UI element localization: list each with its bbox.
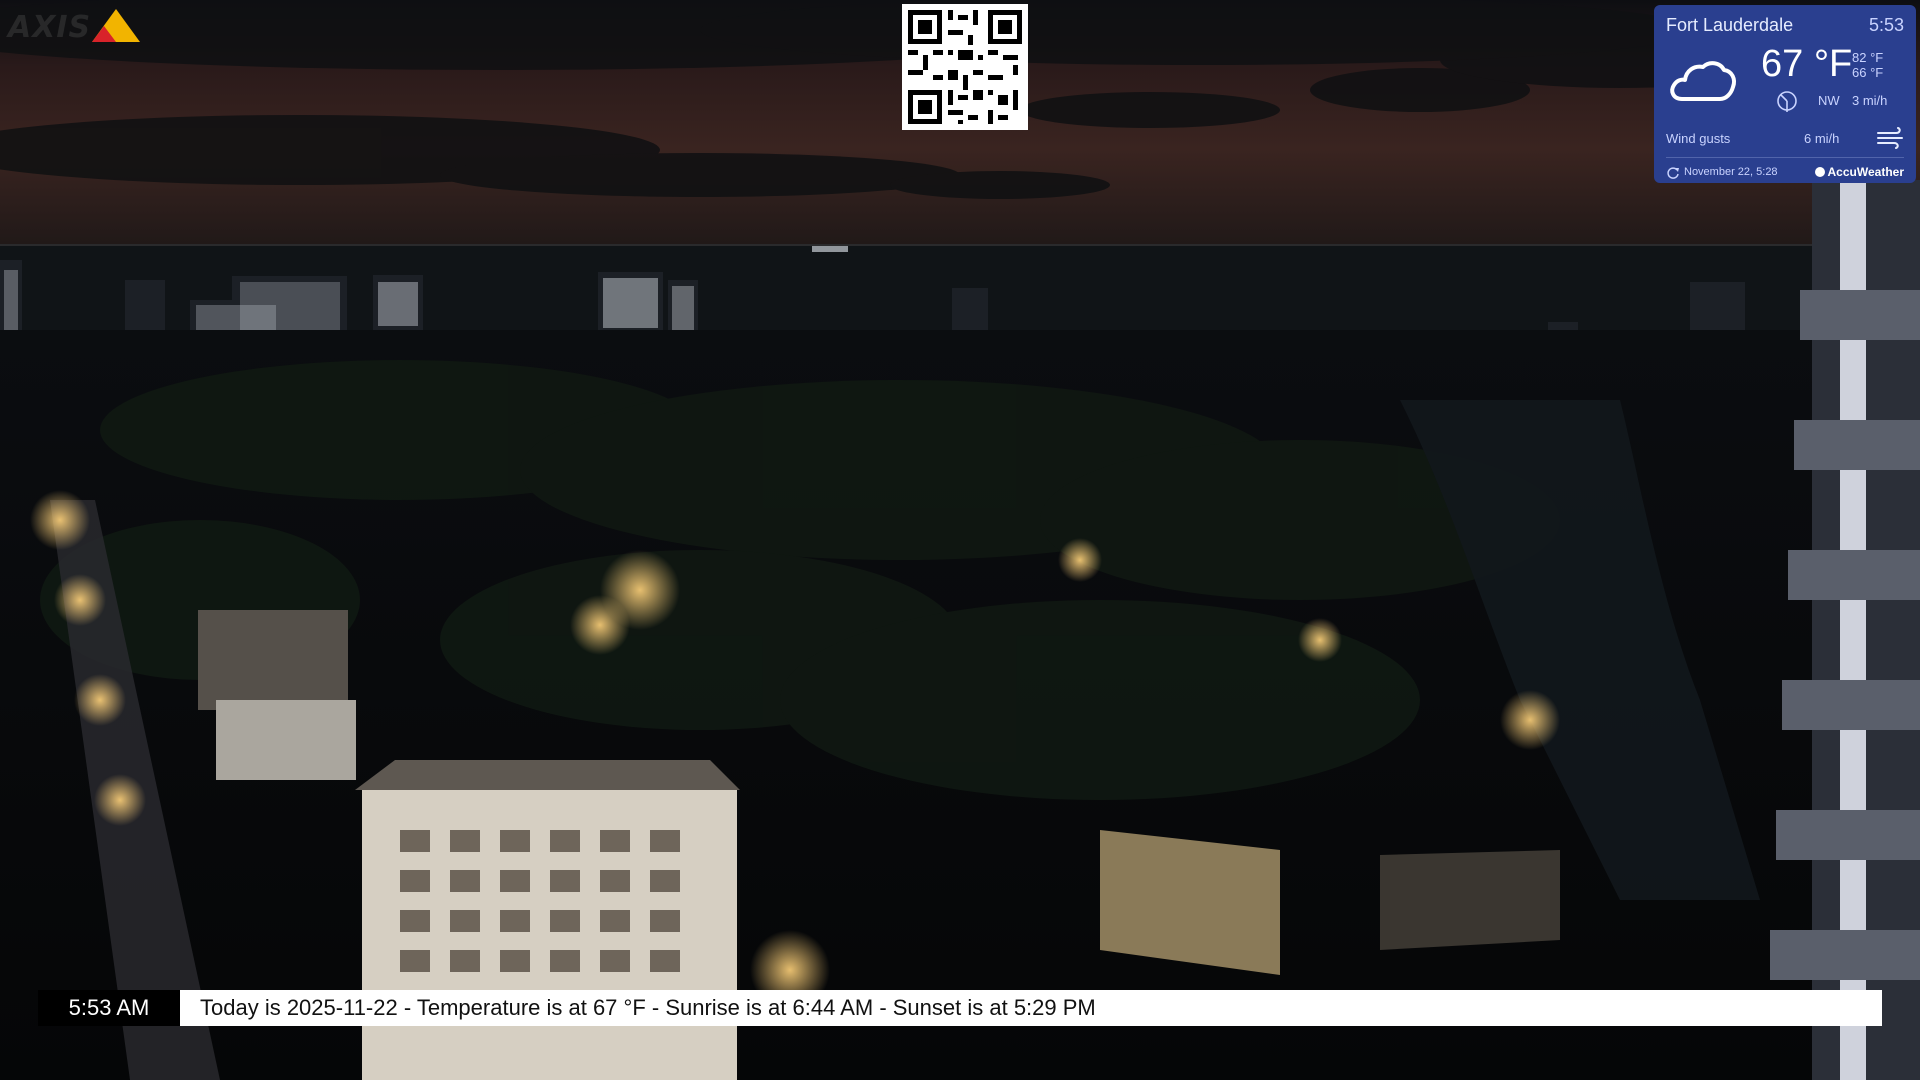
weather-low: 66 °F [1852,65,1884,80]
weather-widget: Fort Lauderdale 5:53 67 °F 82 °F 66 °F N… [1654,5,1916,183]
axis-logo-text: AXIS [8,10,92,45]
weather-temperature: 67 °F [1761,43,1853,85]
webcam-view [0,0,1920,1080]
axis-logo: AXIS [8,6,140,45]
qr-code-icon[interactable] [902,4,1028,130]
weather-city: Fort Lauderdale [1666,15,1794,35]
wind-direction: NW [1818,93,1840,108]
wind-direction-icon [1777,91,1797,112]
accuweather-label: AccuWeather [1827,165,1904,179]
cloud-icon [1670,61,1736,101]
horizon-line [0,244,1920,246]
ticker-time: 5:53 AM [38,990,180,1026]
qr-code-pattern [902,4,1028,130]
wind-gusts-label: Wind gusts [1666,131,1731,146]
condo-building [355,760,740,1080]
weather-updated: November 22, 5:28 [1684,166,1778,178]
wind-speed: 3 mi/h [1852,93,1888,108]
weather-divider [1666,157,1904,158]
wind-gusts-value: 6 mi/h [1804,131,1840,146]
weather-local-time: 5:53 [1868,15,1904,35]
info-ticker: 5:53 AM Today is 2025-11-22 - Temperatur… [38,990,1882,1026]
ticker-message: Today is 2025-11-22 - Temperature is at … [180,990,1882,1026]
refresh-icon [1667,167,1679,179]
accuweather-sun-icon [1814,167,1825,177]
axis-triangle-icon [92,9,140,42]
weather-high: 82 °F [1852,50,1884,65]
wind-gust-icon [1877,127,1903,149]
accuweather-logo: AccuWeather [1814,165,1904,179]
building-left [198,610,356,780]
